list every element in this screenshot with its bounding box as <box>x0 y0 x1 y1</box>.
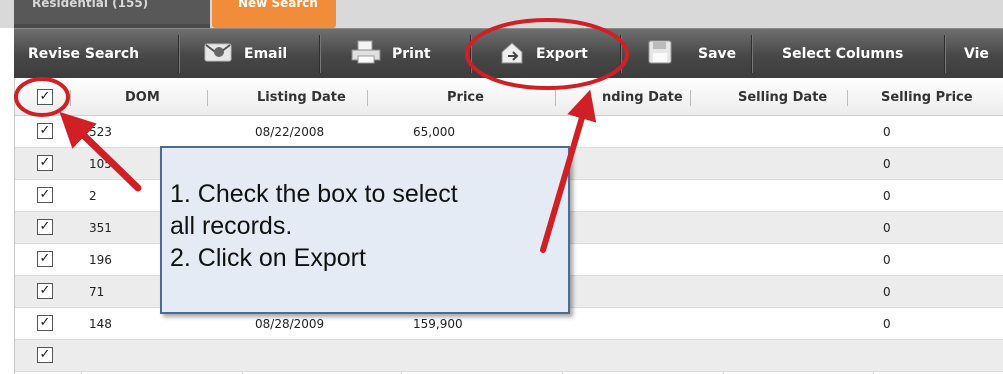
save-label: Save <box>698 46 737 62</box>
email-label: Email <box>244 46 288 62</box>
column-header-selling-price[interactable]: Selling Price <box>881 78 973 116</box>
column-divider <box>690 90 691 106</box>
select-columns-button[interactable]: Select Columns <box>782 29 903 79</box>
print-button[interactable]: Print <box>350 29 431 79</box>
cell-dom: 148 <box>89 317 112 331</box>
export-house-icon <box>498 40 526 68</box>
tab-new-search[interactable]: New Search <box>212 0 336 28</box>
toolbar-divider <box>178 35 180 73</box>
toolbar-divider <box>620 35 622 73</box>
column-header-price[interactable]: Price <box>447 78 484 116</box>
tab-strip: Residential (155) New Search <box>0 0 1003 28</box>
callout-line-1: 1. Check the box to select <box>170 180 458 208</box>
row-checkbox[interactable]: ✓ <box>37 155 53 171</box>
instruction-callout: 1. Check the box to select all records. … <box>160 146 570 314</box>
export-label: Export <box>536 46 588 62</box>
tab-residential-label: Residential (155) <box>32 0 149 10</box>
cell-listing-date: 08/22/2008 <box>255 125 325 139</box>
row-checkbox[interactable]: ✓ <box>37 283 53 299</box>
toolbar-divider <box>470 35 472 73</box>
view-button[interactable]: Vie <box>964 29 989 79</box>
toolbar-divider <box>319 35 321 73</box>
cell-dom: 105 <box>89 157 112 171</box>
cell-selling-price: 0 <box>883 189 891 203</box>
select-all-checkbox[interactable]: ✓ <box>37 89 53 105</box>
tab-new-search-label: New Search <box>238 0 318 10</box>
printer-icon <box>350 40 382 68</box>
callout-text: 1. Check the box to select all records. … <box>170 178 566 274</box>
column-header-pending-date[interactable]: nding Date <box>602 78 683 116</box>
cell-dom: 523 <box>89 125 112 139</box>
cell-selling-price: 0 <box>883 317 891 331</box>
cell-dom: 2 <box>89 189 97 203</box>
email-button[interactable]: Email <box>204 29 287 79</box>
envelope-icon <box>204 41 234 67</box>
revise-search-button[interactable]: Revise Search <box>28 29 139 79</box>
column-divider <box>207 90 208 106</box>
column-header-dom[interactable]: DOM <box>125 78 160 116</box>
row-checkbox[interactable]: ✓ <box>37 315 53 331</box>
export-button[interactable]: Export <box>498 29 588 79</box>
cell-dom: 196 <box>89 253 112 267</box>
callout-line-2: all records. <box>170 212 293 240</box>
toolbar-divider <box>944 35 946 73</box>
row-checkbox[interactable]: ✓ <box>37 219 53 235</box>
column-divider <box>367 90 368 106</box>
callout-line-3: 2. Click on Export <box>170 244 366 272</box>
floppy-disk-icon <box>648 40 674 68</box>
revise-search-label: Revise Search <box>28 46 140 62</box>
cell-selling-price: 0 <box>883 253 891 267</box>
column-divider <box>847 90 848 106</box>
row-checkbox[interactable]: ✓ <box>37 251 53 267</box>
cell-selling-price: 0 <box>883 285 891 299</box>
cell-selling-price: 0 <box>883 125 891 139</box>
cell-selling-price: 0 <box>883 157 891 171</box>
column-divider <box>555 90 556 106</box>
row-checkbox[interactable]: ✓ <box>37 123 53 139</box>
row-checkbox[interactable]: ✓ <box>37 347 53 363</box>
view-label: Vie <box>964 46 989 62</box>
cell-dom: 351 <box>89 221 112 235</box>
tab-residential[interactable]: Residential (155) <box>14 0 210 28</box>
print-label: Print <box>392 46 431 62</box>
save-button[interactable]: Save <box>648 29 736 79</box>
toolbar-divider <box>751 35 753 73</box>
grid-header: ✓ DOM Listing Date Price nding Date Sell… <box>15 78 1003 116</box>
select-columns-label: Select Columns <box>782 46 904 62</box>
column-header-selling-date[interactable]: Selling Date <box>738 78 827 116</box>
cell-dom: 71 <box>89 285 105 299</box>
table-row[interactable]: ✓ 523 08/22/2008 65,000 0 <box>15 116 1003 148</box>
column-header-listing-date[interactable]: Listing Date <box>257 78 346 116</box>
cell-price: 65,000 <box>413 125 455 139</box>
row-checkbox[interactable]: ✓ <box>37 187 53 203</box>
table-row[interactable]: ✓ <box>15 340 1003 372</box>
column-divider <box>70 90 71 106</box>
toolbar: Revise Search Email Print Export Save Se… <box>14 28 1003 78</box>
cell-selling-price: 0 <box>883 221 891 235</box>
